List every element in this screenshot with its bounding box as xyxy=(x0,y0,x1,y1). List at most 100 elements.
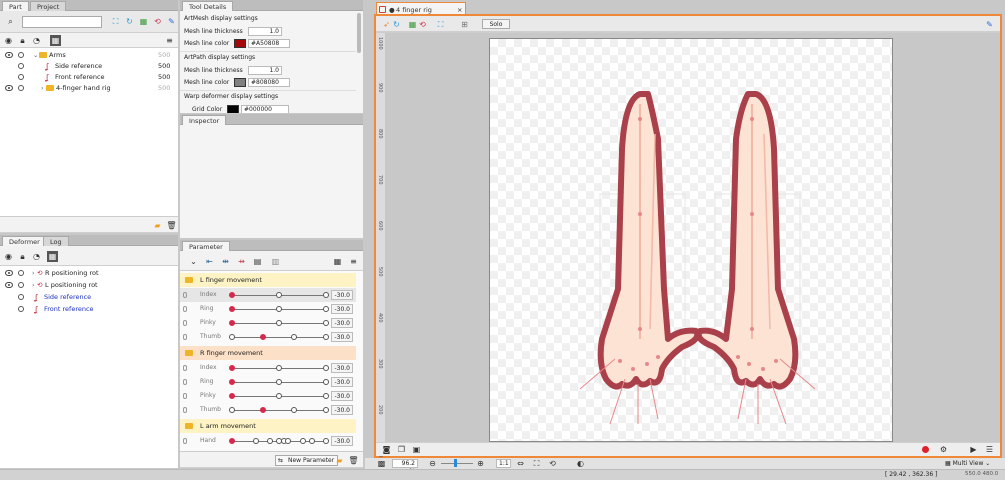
key-point[interactable] xyxy=(229,407,235,413)
multi-view-select[interactable]: ▦ Multi View ⌄ xyxy=(945,458,990,469)
search-icon[interactable]: ⌕ xyxy=(5,16,16,27)
key-point[interactable] xyxy=(285,438,291,444)
tab-inspector[interactable]: Inspector xyxy=(182,115,227,125)
record-icon[interactable]: ▣ xyxy=(411,444,422,455)
key-point[interactable] xyxy=(276,393,282,399)
mesh-thickness-field[interactable]: 1.0 xyxy=(248,27,282,36)
tree-row[interactable]: ⌄ Arms 500 xyxy=(0,50,178,61)
eye-icon[interactable] xyxy=(5,52,13,58)
key-point[interactable] xyxy=(323,393,329,399)
reset-icon[interactable]: ⟲ xyxy=(152,16,163,27)
tab-tool-details[interactable]: Tool Details xyxy=(182,1,234,11)
key-point[interactable] xyxy=(323,438,329,444)
grid-view-icon[interactable]: ▦ xyxy=(47,251,58,262)
tab-part[interactable]: Part xyxy=(2,1,29,11)
param-group[interactable]: R finger movement xyxy=(180,346,356,360)
trash-icon[interactable]: 🗑︎ xyxy=(348,455,359,466)
key-point[interactable] xyxy=(229,334,235,340)
actual-size-button[interactable]: 1:1 xyxy=(496,459,511,468)
tab-project[interactable]: Project xyxy=(30,1,67,11)
key-point[interactable] xyxy=(323,306,329,312)
eye-icon[interactable]: ◉ xyxy=(3,251,14,262)
refresh-icon[interactable]: ↻ xyxy=(391,19,402,30)
table-icon[interactable]: ▤ xyxy=(252,256,263,267)
chevron-right-icon[interactable]: › xyxy=(32,280,35,291)
chevron-right-icon[interactable]: › xyxy=(41,83,44,94)
link-icon[interactable] xyxy=(183,334,187,340)
tab-parameter[interactable]: Parameter xyxy=(182,241,230,251)
lock-toggle[interactable] xyxy=(18,282,24,288)
record-button[interactable] xyxy=(922,446,929,453)
key-point[interactable] xyxy=(260,334,266,340)
lock-toggle[interactable] xyxy=(18,85,24,91)
canvas-area[interactable] xyxy=(385,33,1000,442)
param-value[interactable]: -30.0 xyxy=(331,304,353,314)
key-delete-icon[interactable]: ⇸ xyxy=(236,256,247,267)
rotate-icon[interactable]: ⟲ xyxy=(547,458,558,469)
key-point[interactable] xyxy=(291,407,297,413)
fit-icon[interactable]: ⛶ xyxy=(110,16,121,27)
param-row[interactable]: Index -30.0 xyxy=(180,288,356,302)
eye-icon[interactable] xyxy=(5,270,13,276)
key-point[interactable] xyxy=(276,292,282,298)
fit-width-icon[interactable]: ⇔ xyxy=(515,458,526,469)
zoom-field[interactable]: 96.2 % xyxy=(392,459,418,475)
solo-button[interactable]: Solo xyxy=(482,19,510,29)
link-icon[interactable] xyxy=(183,306,187,312)
menu-icon[interactable]: ≡ xyxy=(164,35,175,46)
param-row[interactable]: Pinky -30.0 xyxy=(180,316,356,330)
chevron-down-icon[interactable]: ⌄ xyxy=(188,256,199,267)
key-point[interactable] xyxy=(229,306,235,312)
key-point[interactable] xyxy=(309,438,315,444)
key-point[interactable] xyxy=(323,292,329,298)
tab-log[interactable]: Log xyxy=(43,236,69,246)
param-row[interactable]: Ring -30.0 xyxy=(180,302,356,316)
tree-row[interactable]: › 4-finger hand rig 500 xyxy=(0,83,178,94)
param-row[interactable]: Pinky -30.0 xyxy=(180,389,356,403)
play-icon[interactable]: ◔ xyxy=(31,251,42,262)
key-point[interactable] xyxy=(229,320,235,326)
gear-icon[interactable]: ⚙ xyxy=(938,444,949,455)
key-both-icon[interactable]: ⇹ xyxy=(220,256,231,267)
path-color-field[interactable]: #808080 xyxy=(248,78,290,87)
tree-row[interactable]: ʆ Front reference xyxy=(0,304,178,315)
param-row[interactable]: Index -30.0 xyxy=(180,361,356,375)
param-slider[interactable] xyxy=(232,337,328,338)
grid-icon[interactable]: ▦ xyxy=(138,16,149,27)
key-point[interactable] xyxy=(276,320,282,326)
play-icon[interactable]: ▶ xyxy=(968,444,979,455)
param-value[interactable]: -30.0 xyxy=(331,436,353,446)
zoom-slider[interactable] xyxy=(441,463,473,464)
param-value[interactable]: -30.0 xyxy=(331,318,353,328)
param-value[interactable]: -30.0 xyxy=(331,332,353,342)
lock-toggle[interactable] xyxy=(18,52,24,58)
link-icon[interactable] xyxy=(183,320,187,326)
pen-icon[interactable]: ✎ xyxy=(984,19,995,30)
param-row[interactable]: Hand angle X -30.0 xyxy=(180,434,356,448)
key-point[interactable] xyxy=(323,379,329,385)
new-parameter-button[interactable]: ⇆ New Parameter xyxy=(275,455,339,466)
key-point[interactable] xyxy=(229,379,235,385)
link-icon[interactable] xyxy=(183,393,187,399)
link-icon[interactable] xyxy=(183,438,187,444)
chevron-down-icon[interactable]: ⌄ xyxy=(33,50,38,61)
new-folder-icon[interactable]: ▰ xyxy=(334,455,345,466)
display-mode-icon[interactable]: ◐ xyxy=(575,458,586,469)
key-point[interactable] xyxy=(229,393,235,399)
trash-icon[interactable]: 🗑︎ xyxy=(166,220,177,231)
eye-icon[interactable] xyxy=(5,85,13,91)
model-canvas[interactable] xyxy=(489,38,893,442)
list-icon[interactable]: ▥ xyxy=(270,256,281,267)
param-value[interactable]: -30.0 xyxy=(331,290,353,300)
tree-row[interactable]: › ⟲ R positioning rot xyxy=(0,268,178,279)
zoom-out-icon[interactable]: ⊖ xyxy=(427,458,438,469)
eye-icon[interactable] xyxy=(5,282,13,288)
reset-icon[interactable]: ⟲ xyxy=(417,19,428,30)
key-point[interactable] xyxy=(229,292,235,298)
tab-deformer[interactable]: Deformer xyxy=(2,236,47,246)
fit-screen-icon[interactable]: ⛶ xyxy=(531,458,542,469)
key-point[interactable] xyxy=(253,438,259,444)
key-point[interactable] xyxy=(291,334,297,340)
param-row[interactable]: Thumb -30.0 xyxy=(180,403,356,417)
key-point[interactable] xyxy=(260,407,266,413)
